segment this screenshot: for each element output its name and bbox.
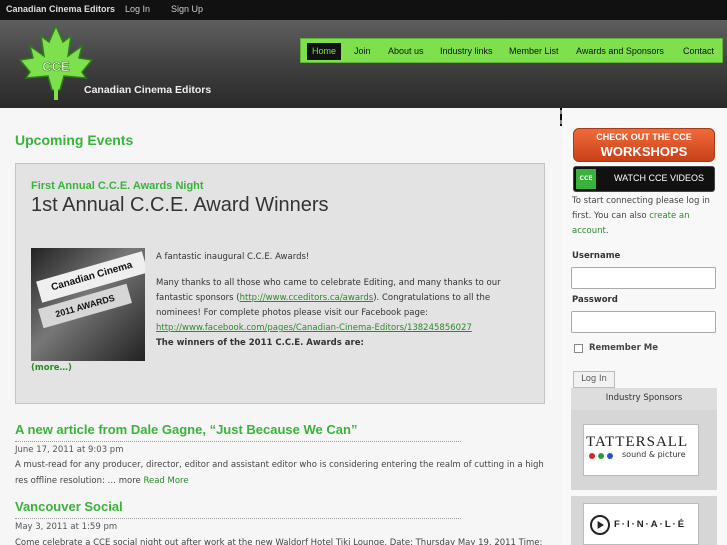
site-name[interactable]: Canadian Cinema Editors xyxy=(6,4,115,14)
remember-me-checkbox[interactable] xyxy=(574,344,583,353)
remember-me-label: Remember Me xyxy=(589,343,659,353)
sponsor-name: F·I·N·A·L·É xyxy=(614,519,687,530)
login-button[interactable]: Log In xyxy=(573,371,615,388)
awards-photo[interactable]: Canadian Cinema Editors 2011 AWARDS xyxy=(31,248,145,361)
nav-member-list[interactable]: Member List xyxy=(504,43,564,60)
read-more-link[interactable]: Read More xyxy=(143,476,188,486)
password-input[interactable] xyxy=(571,311,716,333)
featured-title[interactable]: 1st Annual C.C.E. Award Winners xyxy=(31,194,329,217)
awards-link[interactable]: http://www.cceditors.ca/awards xyxy=(240,293,374,303)
sponsor-name: TATTERSALL xyxy=(586,434,689,450)
sponsor-tagline: sound & picture xyxy=(622,450,686,459)
featured-p3: The winners of the 2011 C.C.E. Awards ar… xyxy=(156,338,364,348)
featured-kicker[interactable]: First Annual C.C.E. Awards Night xyxy=(31,180,204,192)
nav-home[interactable]: Home xyxy=(307,43,342,60)
username-input[interactable] xyxy=(571,267,716,289)
cce-logo-icon: CCE xyxy=(576,169,596,189)
password-label: Password xyxy=(572,295,618,305)
featured-p2: Many thanks to all those who came to cel… xyxy=(156,278,501,333)
post-date: June 17, 2011 at 9:03 pm xyxy=(15,445,124,455)
nav-join[interactable]: Join xyxy=(349,43,376,60)
nav-awards-sponsors[interactable]: Awards and Sponsors xyxy=(571,43,669,60)
login-link[interactable]: Log In xyxy=(125,4,150,14)
post-title[interactable]: Vancouver Social xyxy=(15,499,123,514)
sponsors-heading: Industry Sponsors xyxy=(571,388,717,410)
nav-industry-links[interactable]: Industry links xyxy=(435,43,498,60)
nav-about-us[interactable]: About us xyxy=(383,43,429,60)
nav-contact[interactable]: Contact xyxy=(678,43,719,60)
workshops-button[interactable]: CHECK OUT THE CCE WORKSHOPS xyxy=(573,128,715,162)
signup-link[interactable]: Sign Up xyxy=(171,4,203,14)
username-label: Username xyxy=(572,251,621,261)
brand-name: Canadian Cinema Editors xyxy=(84,84,212,96)
main-nav: Home Join About us Industry links Member… xyxy=(300,38,723,63)
more-link[interactable]: (more…) xyxy=(31,363,72,373)
watch-videos-button[interactable]: CCE WATCH CCE VIDEOS xyxy=(573,166,715,192)
top-bar: Canadian Cinema Editors Log In Sign Up xyxy=(0,0,727,20)
post-title[interactable]: A new article from Dale Gagne, “Just Bec… xyxy=(15,422,357,437)
play-logo-icon xyxy=(590,515,610,535)
post-date: May 3, 2011 at 1:59 pm xyxy=(15,522,118,532)
post-excerpt: A must-read for any producer, director, … xyxy=(15,460,544,486)
facebook-link[interactable]: http://www.facebook.com/pages/Canadian-C… xyxy=(156,323,472,333)
divider xyxy=(15,441,461,442)
page-title: Upcoming Events xyxy=(15,132,134,148)
featured-body: A fantastic inaugural C.C.E. Awards! Man… xyxy=(156,250,536,351)
login-note: To start connecting please log in first.… xyxy=(572,196,710,236)
logo-text: CCE xyxy=(42,59,70,74)
post-excerpt: Come celebrate a CCE social night out af… xyxy=(15,538,543,545)
divider xyxy=(15,518,461,519)
featured-p1: A fantastic inaugural C.C.E. Awards! xyxy=(156,252,310,262)
